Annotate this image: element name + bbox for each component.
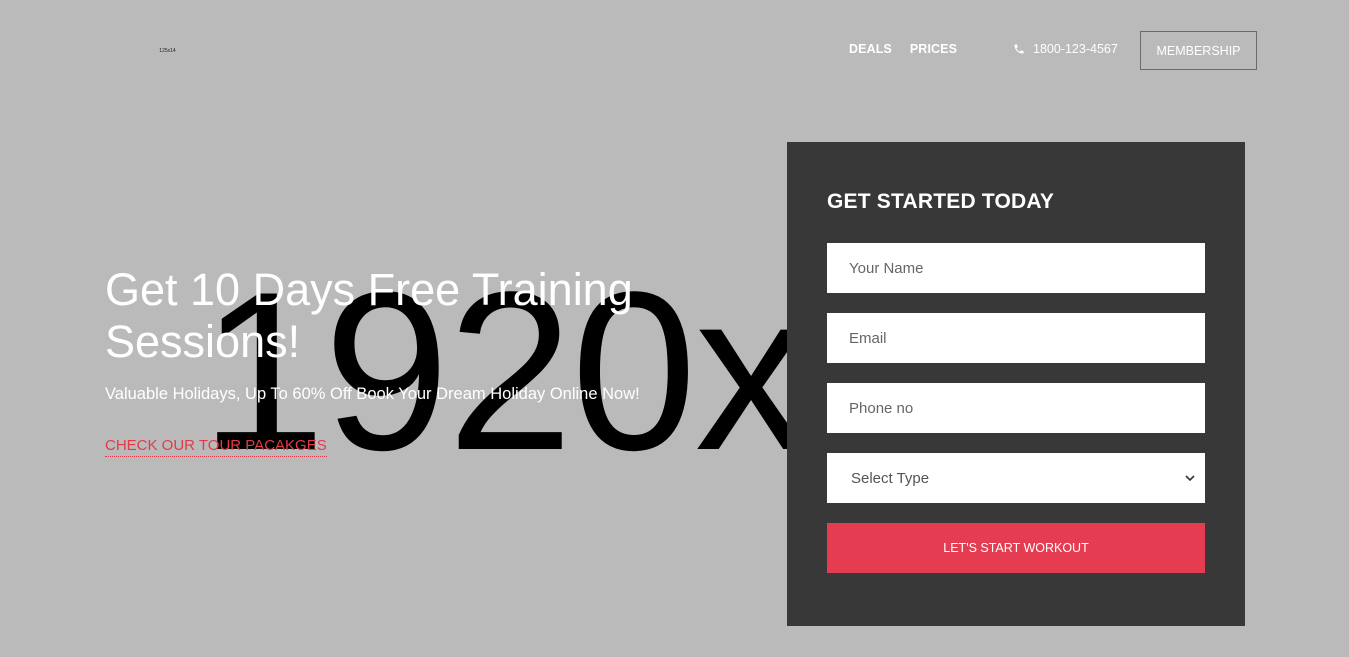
hero-title: Get 10 Days Free Training Sessions! xyxy=(105,264,633,367)
nav-prices[interactable]: PRICES xyxy=(910,42,957,56)
hero-subtitle: Valuable Holidays, Up To 60% Off Book Yo… xyxy=(105,385,640,403)
email-field-wrapper xyxy=(827,313,1205,363)
tour-packages-link[interactable]: CHECK OUR TOUR PACAKGES xyxy=(105,437,327,457)
start-workout-button[interactable]: LET'S START WORKOUT xyxy=(827,523,1205,573)
phone-icon xyxy=(1014,44,1024,54)
type-select[interactable]: Select Type xyxy=(827,453,1205,503)
hero-section: Get 10 Days Free Training Sessions! Valu… xyxy=(105,264,705,457)
phone-field-wrapper xyxy=(827,383,1205,433)
logo[interactable]: 125x14 xyxy=(105,41,230,61)
nav-deals[interactable]: DEALS xyxy=(849,42,892,56)
membership-button[interactable]: MEMBERSHIP xyxy=(1140,31,1257,70)
email-input[interactable] xyxy=(847,328,1185,348)
name-field-wrapper xyxy=(827,243,1205,293)
signup-form-panel: GET STARTED TODAY Select Type LET'S STAR… xyxy=(787,142,1245,626)
phone-input[interactable] xyxy=(847,398,1185,418)
phone-contact[interactable]: 1800-123-4567 xyxy=(1013,42,1118,56)
name-input[interactable] xyxy=(847,258,1185,278)
chevron-down-icon xyxy=(1185,475,1195,482)
phone-number: 1800-123-4567 xyxy=(1033,42,1118,56)
type-select-value: Select Type xyxy=(851,469,930,487)
form-title: GET STARTED TODAY xyxy=(827,190,1055,213)
main-nav: DEALS PRICES xyxy=(849,42,975,56)
